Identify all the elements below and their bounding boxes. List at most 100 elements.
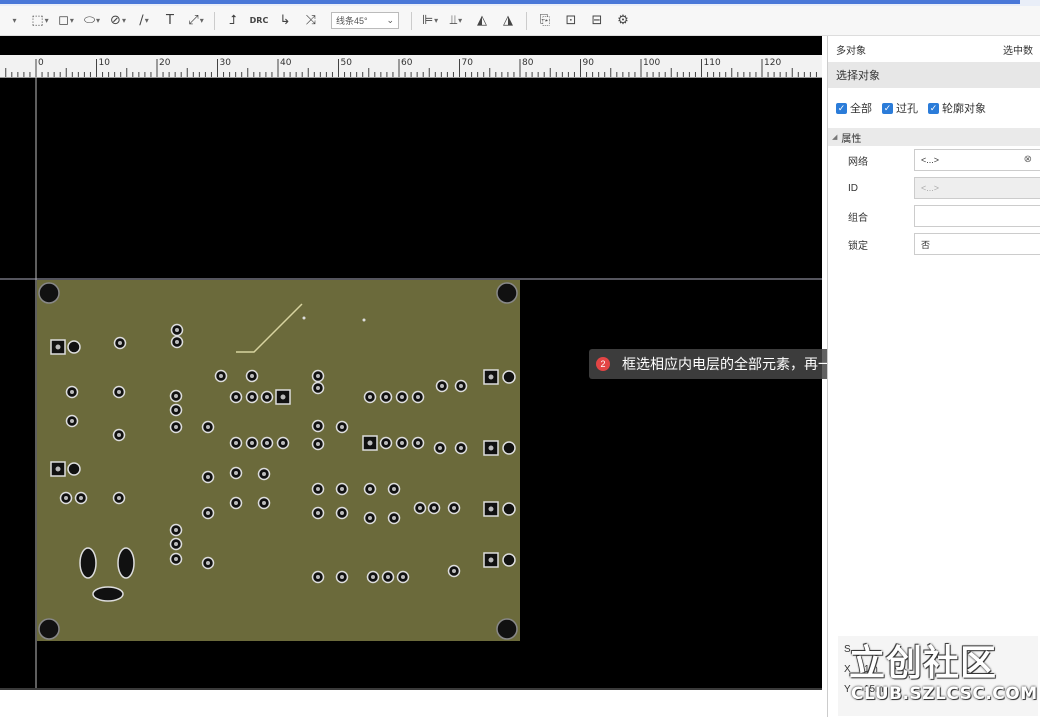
- checkbox-label: 过孔: [896, 103, 918, 115]
- dropdown-arrow-icon[interactable]: ▾: [2, 10, 26, 32]
- attributes-header[interactable]: ◢ 属性: [828, 128, 1040, 146]
- diff-pair-icon[interactable]: ↳: [273, 10, 297, 32]
- distribute-icon[interactable]: ⫫ ▾: [444, 10, 468, 32]
- ruler-label: 110: [703, 58, 721, 68]
- pad-hole: [316, 442, 320, 446]
- slot-pad[interactable]: [92, 586, 124, 602]
- select-objects-header: 选择对象: [828, 62, 1040, 88]
- branch-route-icon[interactable]: ⤨: [299, 10, 323, 32]
- horizontal-ruler: 0 10 20 30 40 50 60 70 80 90 100 110 120: [0, 55, 822, 78]
- id-field: <...>: [914, 177, 1040, 199]
- clear-icon[interactable]: ⊗: [1024, 154, 1032, 165]
- pad[interactable]: [67, 462, 81, 476]
- prop-row-lock: 锁定 否: [828, 230, 1040, 258]
- pad-hole: [400, 395, 404, 399]
- pad-hole: [340, 487, 344, 491]
- route-icon[interactable]: ⮥: [221, 10, 245, 32]
- pad-hole: [117, 390, 121, 394]
- panel-header: 多对象 选中数: [828, 36, 1040, 62]
- pad[interactable]: [502, 370, 516, 384]
- lock-field[interactable]: 否: [914, 233, 1040, 255]
- pad-hole: [175, 328, 179, 332]
- pad-hole: [234, 441, 238, 445]
- pad-hole: [174, 394, 178, 398]
- brand-url-watermark: CLUB.SZLCSC.COM: [851, 684, 1038, 704]
- panel-header-count: 选中数: [1003, 45, 1033, 57]
- pad-hole: [79, 496, 83, 500]
- pad[interactable]: [502, 502, 516, 516]
- ruler-label: 80: [522, 58, 534, 68]
- pad-hole: [118, 341, 122, 345]
- pad-hole: [488, 445, 494, 451]
- text-tool-icon[interactable]: T: [158, 10, 182, 32]
- pad-hole: [265, 441, 269, 445]
- pad-hole: [174, 557, 178, 561]
- pad-hole: [368, 487, 372, 491]
- pad-hole: [316, 424, 320, 428]
- export-image-icon[interactable]: ⎘: [533, 10, 557, 32]
- pad-hole: [316, 575, 320, 579]
- checkbox-via[interactable]: ✓ 过孔: [882, 100, 918, 116]
- ruler-label: 20: [159, 58, 171, 68]
- pad-hole: [488, 557, 494, 563]
- no-entry-icon[interactable]: ⊘ ▾: [106, 10, 130, 32]
- properties-panel: 多对象 选中数 选择对象 ✓ 全部 ✓ 过孔 ✓ 轮廓对象 ◢ 属性 网络 <...>…: [827, 36, 1040, 717]
- pad-hole: [280, 394, 286, 400]
- checkbox-outline[interactable]: ✓ 轮廓对象: [928, 100, 986, 116]
- pad-hole: [174, 408, 178, 412]
- pad-hole: [418, 506, 422, 510]
- checkbox-checked-icon: ✓: [836, 102, 847, 114]
- id-value: <...>: [921, 183, 940, 193]
- pad-hole: [234, 501, 238, 505]
- ellipse-icon[interactable]: ⬭ ▾: [80, 10, 104, 32]
- group-field[interactable]: [914, 205, 1040, 227]
- pad-hole: [367, 440, 373, 446]
- line-mode-select[interactable]: 线条45° ⌄: [331, 12, 399, 29]
- pad[interactable]: [67, 340, 81, 354]
- pad-hole: [316, 511, 320, 515]
- pad-hole: [386, 575, 390, 579]
- pcb-view[interactable]: [0, 77, 822, 690]
- flip-horizontal-icon[interactable]: ◭: [470, 10, 494, 32]
- pad-hole: [55, 466, 61, 472]
- select-rect-icon[interactable]: ⬚ ▾: [28, 10, 52, 32]
- ruler-label: 10: [98, 58, 110, 68]
- prop-label: 组合: [848, 212, 868, 224]
- bom-icon[interactable]: ⊟: [585, 10, 609, 32]
- pad-hole: [340, 575, 344, 579]
- drc-button[interactable]: DRC: [247, 10, 271, 32]
- lock-value: 否: [921, 239, 931, 250]
- pad-hole: [432, 506, 436, 510]
- pad[interactable]: [502, 441, 516, 455]
- slot-pad[interactable]: [117, 547, 135, 579]
- settings-gear-icon[interactable]: ⚙: [611, 10, 635, 32]
- pad-hole: [206, 425, 210, 429]
- align-left-icon[interactable]: ⊫ ▾: [418, 10, 442, 32]
- pad-hole: [206, 475, 210, 479]
- pad[interactable]: [502, 553, 516, 567]
- checkbox-all[interactable]: ✓ 全部: [836, 100, 872, 116]
- prop-label: 网络: [848, 156, 868, 168]
- flip-vertical-icon[interactable]: ◮: [496, 10, 520, 32]
- pad-hole: [70, 419, 74, 423]
- pad-hole: [452, 506, 456, 510]
- pad-hole: [250, 374, 254, 378]
- prop-row-net: 网络 <...> ⊗: [828, 146, 1040, 174]
- net-field[interactable]: <...> ⊗: [914, 149, 1040, 171]
- pad-hole: [265, 395, 269, 399]
- measure-tool-icon[interactable]: ⤢ ▾: [184, 10, 208, 32]
- pad-hole: [234, 395, 238, 399]
- polygon-icon[interactable]: ◻ ▾: [54, 10, 78, 32]
- pad-hole: [174, 425, 178, 429]
- pad-hole: [384, 395, 388, 399]
- camera-icon[interactable]: ⊡: [559, 10, 583, 32]
- chevron-down-icon: ⌄: [386, 15, 394, 25]
- pad-hole: [55, 344, 61, 350]
- slot-pad[interactable]: [79, 547, 97, 579]
- pad-hole: [64, 496, 68, 500]
- checkbox-checked-icon: ✓: [928, 102, 939, 114]
- pad-hole: [117, 496, 121, 500]
- collapse-triangle-icon: ◢: [832, 134, 838, 141]
- line-tool-icon[interactable]: ∕ ▾: [132, 10, 156, 32]
- horizontal-scrollbar[interactable]: [0, 688, 822, 690]
